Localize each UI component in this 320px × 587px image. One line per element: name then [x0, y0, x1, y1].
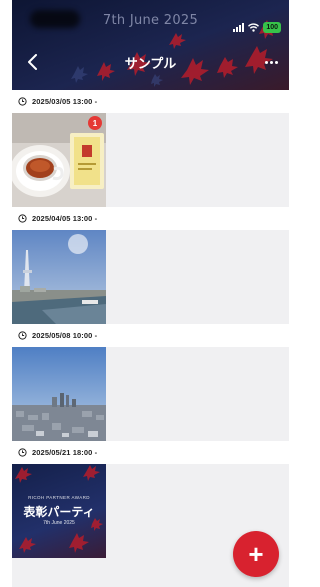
- more-button[interactable]: [259, 52, 283, 72]
- section-header: 2025/03/05 13:00 -: [12, 90, 289, 113]
- wifi-icon: [248, 23, 260, 32]
- signal-icon: [233, 23, 245, 32]
- section-photos: 1: [12, 113, 289, 207]
- photo-thumbnail-cityscape[interactable]: [12, 347, 106, 441]
- status-icons: 100: [233, 22, 281, 33]
- app-frame: 7th June 2025 100 サンプル 2025/03/05 13:00 …: [12, 0, 289, 587]
- section-photos: [12, 347, 289, 441]
- event-list: 2025/03/05 13:00 - 1 2025/04/05 13:00 - …: [12, 90, 289, 558]
- clock-icon: [18, 214, 27, 223]
- clock-icon: [18, 97, 27, 106]
- section-datetime: 2025/04/05 13:00 -: [32, 214, 98, 223]
- section-datetime: 2025/05/21 18:00 -: [32, 448, 98, 457]
- nav-bar: サンプル: [12, 44, 289, 78]
- clock-icon: [18, 331, 27, 340]
- photo-thumbnail-award[interactable]: RICOH PARTNER AWARD 表彰パーティ 7th June 2025: [12, 464, 106, 558]
- status-bar: 7th June 2025 100: [12, 0, 289, 34]
- page-title: サンプル: [124, 56, 177, 71]
- award-title: 表彰パーティ: [23, 505, 95, 519]
- section-header: 2025/04/05 13:00 -: [12, 207, 289, 230]
- section-photos: [12, 230, 289, 324]
- award-subtitle: RICOH PARTNER AWARD: [28, 495, 90, 500]
- section-header: 2025/05/08 10:00 -: [12, 324, 289, 347]
- section-datetime: 2025/05/08 10:00 -: [32, 331, 98, 340]
- award-date: 7th June 2025: [43, 520, 75, 526]
- section-datetime: 2025/03/05 13:00 -: [32, 97, 98, 106]
- photo-thumbnail-skytree[interactable]: [12, 230, 106, 324]
- add-button[interactable]: +: [233, 531, 279, 577]
- photo-count-badge: 1: [88, 116, 102, 130]
- section-header: 2025/05/21 18:00 -: [12, 441, 289, 464]
- plus-icon: +: [248, 539, 264, 569]
- more-icon: [264, 60, 278, 64]
- battery-icon: 100: [263, 22, 281, 33]
- photo-thumbnail-tea[interactable]: 1: [12, 113, 106, 207]
- clock-icon: [18, 448, 27, 457]
- header: 7th June 2025 100 サンプル: [12, 0, 289, 90]
